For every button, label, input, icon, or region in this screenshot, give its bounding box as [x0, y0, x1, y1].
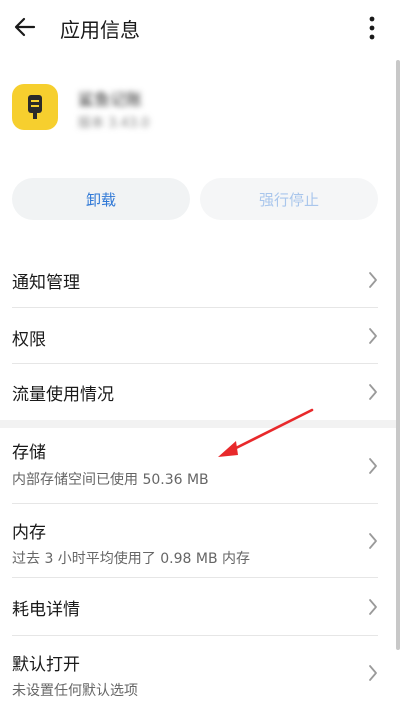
list-item-battery-details[interactable]: 耗电详情 — [0, 578, 406, 636]
uninstall-button[interactable]: 卸载 — [12, 178, 190, 220]
list-item-label: 耗电详情 — [12, 600, 80, 620]
chevron-right-icon — [369, 533, 377, 549]
chevron-right-icon — [369, 458, 377, 474]
app-version: 版本 3.43.0 — [78, 116, 150, 131]
list-item-permissions[interactable]: 权限 — [0, 308, 406, 364]
arrow-left-icon — [14, 17, 36, 37]
list-item-storage[interactable]: 存储 内部存储空间已使用 50.36 MB — [0, 428, 406, 504]
list-item-open-by-default[interactable]: 默认打开 未设置任何默认选项 — [0, 636, 406, 710]
back-button[interactable] — [8, 10, 42, 44]
list-item-memory[interactable]: 内存 过去 3 小时平均使用了 0.98 MB 内存 — [0, 504, 406, 578]
force-stop-button[interactable]: 强行停止 — [200, 178, 378, 220]
more-options-button[interactable] — [360, 12, 384, 44]
list-item-label: 存储 — [12, 443, 46, 463]
more-vertical-icon — [369, 16, 375, 40]
action-buttons: 卸载 强行停止 — [12, 178, 378, 220]
app-summary: 鲨鱼记账 版本 3.43.0 — [12, 84, 392, 134]
list-item-subtitle: 内部存储空间已使用 50.36 MB — [12, 472, 209, 488]
app-bar: 应用信息 — [0, 0, 406, 56]
chevron-right-icon — [369, 272, 377, 288]
list-item-label: 内存 — [12, 523, 46, 543]
app-name: 鲨鱼记账 — [78, 90, 143, 109]
app-logo-icon — [28, 95, 42, 119]
list-item-subtitle: 未设置任何默认选项 — [12, 683, 138, 699]
section-divider — [0, 420, 400, 428]
list-item-label: 通知管理 — [12, 273, 80, 293]
chevron-right-icon — [369, 599, 377, 615]
list-item-label: 流量使用情况 — [12, 385, 114, 405]
list-item-data-usage[interactable]: 流量使用情况 — [0, 364, 406, 420]
list-item-label: 默认打开 — [12, 655, 80, 675]
list-item-label: 权限 — [12, 330, 46, 350]
settings-list: 通知管理 权限 流量使用情况 存储 内部存储空间已使用 50.36 MB 内存 … — [0, 252, 406, 710]
app-icon — [12, 84, 58, 130]
chevron-right-icon — [369, 328, 377, 344]
list-item-notifications[interactable]: 通知管理 — [0, 252, 406, 308]
page-title: 应用信息 — [60, 18, 140, 42]
chevron-right-icon — [369, 665, 377, 681]
list-item-subtitle: 过去 3 小时平均使用了 0.98 MB 内存 — [12, 551, 251, 567]
scrollbar[interactable] — [396, 60, 400, 650]
chevron-right-icon — [369, 384, 377, 400]
